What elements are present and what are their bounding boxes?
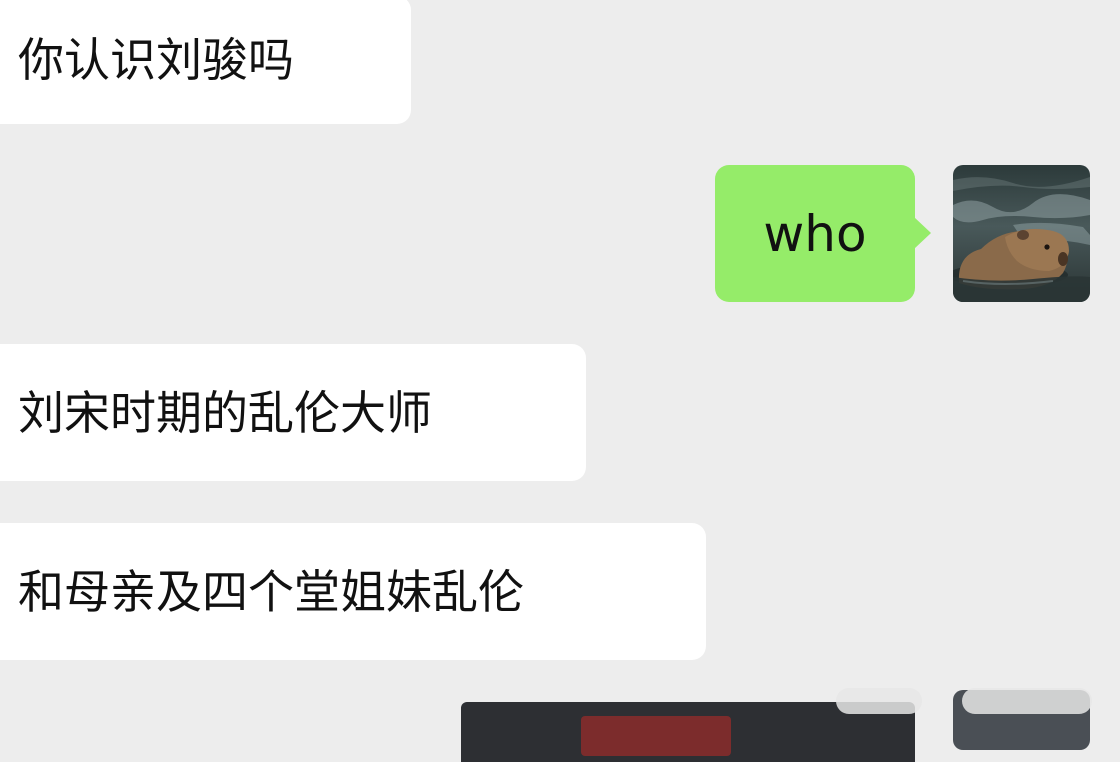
- sent-message-bubble[interactable]: who: [715, 165, 931, 302]
- received-message-bubble[interactable]: 你认识刘骏吗: [0, 0, 411, 124]
- message-text: 你认识刘骏吗: [18, 33, 294, 87]
- user-avatar[interactable]: [953, 165, 1090, 302]
- received-message-bubble[interactable]: 和母亲及四个堂姐妹乱伦: [0, 523, 706, 660]
- received-message-bubble[interactable]: 刘宋时期的乱伦大师: [0, 344, 586, 481]
- blurred-overlay: [962, 688, 1092, 714]
- message-text: 刘宋时期的乱伦大师: [18, 385, 432, 440]
- message-text: 和母亲及四个堂姐妹乱伦: [18, 564, 524, 619]
- capybara-avatar-icon: [953, 165, 1090, 302]
- image-preview-content: [581, 716, 731, 756]
- bubble-tail: [914, 217, 931, 249]
- message-text: who: [763, 204, 867, 263]
- blurred-overlay: [836, 688, 922, 714]
